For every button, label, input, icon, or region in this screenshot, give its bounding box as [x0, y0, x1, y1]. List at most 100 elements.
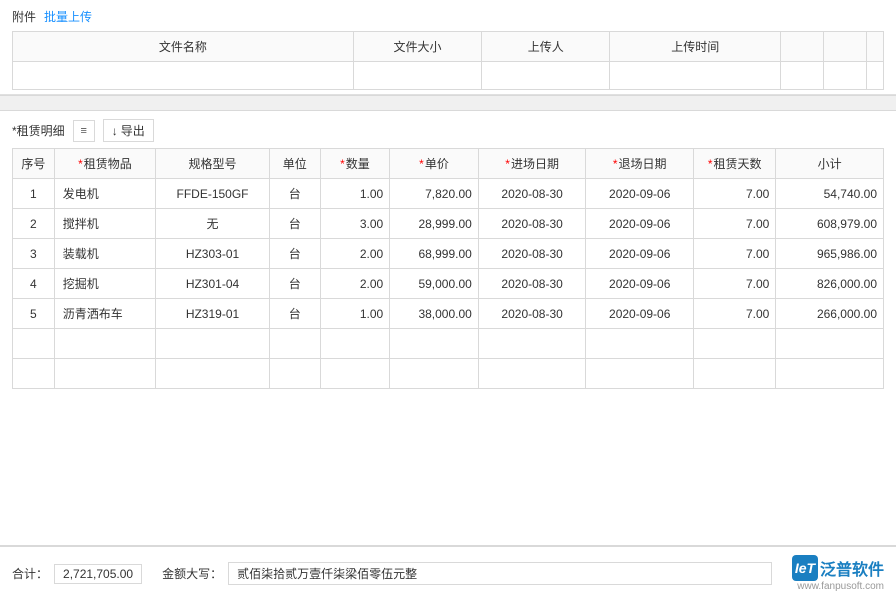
- logo-url: www.fanpusoft.com: [797, 581, 884, 592]
- file-col-extra1: [781, 32, 824, 62]
- empty-cell: [776, 359, 884, 389]
- empty-cell: [694, 329, 776, 359]
- cell-outdate-5: 2020-09-06: [586, 299, 694, 329]
- empty-cell: [54, 359, 155, 389]
- file-col-extra2: [824, 32, 867, 62]
- file-table: 文件名称 文件大小 上传人 上传时间: [12, 31, 884, 90]
- col-header-outdate: *退场日期: [586, 149, 694, 179]
- export-icon: ↓: [112, 124, 118, 138]
- empty-cell: [586, 329, 694, 359]
- cell-days-2: 7.00: [694, 209, 776, 239]
- rental-header-row: 序号 *租赁物品 规格型号 单位 *数量 *单价 *进场日期 *退场日期 *租赁…: [13, 149, 884, 179]
- rental-row-3: 3 装载机 HZ303-01 台 2.00 68,999.00 2020-08-…: [13, 239, 884, 269]
- file-empty-cell6: [824, 62, 867, 90]
- empty-cell: [13, 329, 55, 359]
- cell-unit-1: 台: [269, 179, 320, 209]
- empty-cell: [320, 359, 390, 389]
- attachment-header: 附件 批量上传: [12, 8, 884, 25]
- total-label: 合计：: [12, 565, 48, 582]
- cell-outdate-1: 2020-09-06: [586, 179, 694, 209]
- empty-cell: [776, 329, 884, 359]
- cell-subtotal-2: 608,979.00: [776, 209, 884, 239]
- file-empty-cell: [13, 62, 354, 90]
- cell-item-4: 挖掘机: [54, 269, 155, 299]
- cell-unit-4: 台: [269, 269, 320, 299]
- cell-indate-4: 2020-08-30: [478, 269, 586, 299]
- empty-cell: [320, 329, 390, 359]
- cell-subtotal-1: 54,740.00: [776, 179, 884, 209]
- rental-empty-row: [13, 359, 884, 389]
- file-col-extra3: [866, 32, 883, 62]
- col-header-seq: 序号: [13, 149, 55, 179]
- file-empty-cell5: [781, 62, 824, 90]
- cell-price-2: 28,999.00: [390, 209, 479, 239]
- total-value: 2,721,705.00: [54, 564, 142, 584]
- rental-row-4: 4 挖掘机 HZ301-04 台 2.00 59,000.00 2020-08-…: [13, 269, 884, 299]
- col-header-price: *单价: [390, 149, 479, 179]
- cell-indate-1: 2020-08-30: [478, 179, 586, 209]
- file-empty-cell3: [482, 62, 610, 90]
- batch-upload-button[interactable]: 批量上传: [44, 8, 92, 25]
- rental-row-5: 5 沥青洒布车 HZ319-01 台 1.00 38,000.00 2020-0…: [13, 299, 884, 329]
- cell-days-3: 7.00: [694, 239, 776, 269]
- cell-outdate-2: 2020-09-06: [586, 209, 694, 239]
- cell-qty-3: 2.00: [320, 239, 390, 269]
- cell-subtotal-3: 965,986.00: [776, 239, 884, 269]
- col-header-unit: 单位: [269, 149, 320, 179]
- cell-qty-2: 3.00: [320, 209, 390, 239]
- attachment-label: 附件: [12, 8, 36, 25]
- col-header-qty: *数量: [320, 149, 390, 179]
- amount-label: 金额大写：: [162, 565, 222, 582]
- amount-value: 贰佰柒拾贰万壹仟柒梁佰零伍元整: [228, 562, 772, 585]
- cell-item-5: 沥青洒布车: [54, 299, 155, 329]
- empty-cell: [156, 359, 270, 389]
- rental-sort-button[interactable]: ≡: [73, 120, 95, 142]
- cell-item-1: 发电机: [54, 179, 155, 209]
- file-col-name: 文件名称: [13, 32, 354, 62]
- col-header-subtotal: 小计: [776, 149, 884, 179]
- cell-price-3: 68,999.00: [390, 239, 479, 269]
- logo-text: IeT 泛普软件: [792, 555, 884, 581]
- empty-cell: [478, 329, 586, 359]
- attachment-section: 附件 批量上传 文件名称 文件大小 上传人 上传时间: [0, 0, 896, 95]
- cell-indate-2: 2020-08-30: [478, 209, 586, 239]
- cell-days-5: 7.00: [694, 299, 776, 329]
- file-empty-cell4: [610, 62, 781, 90]
- cell-unit-5: 台: [269, 299, 320, 329]
- empty-cell: [694, 359, 776, 389]
- cell-qty-1: 1.00: [320, 179, 390, 209]
- empty-cell: [586, 359, 694, 389]
- file-empty-cell7: [866, 62, 883, 90]
- cell-price-4: 59,000.00: [390, 269, 479, 299]
- rental-row-2: 2 搅拌机 无 台 3.00 28,999.00 2020-08-30 2020…: [13, 209, 884, 239]
- cell-spec-1: FFDE-150GF: [156, 179, 270, 209]
- cell-qty-5: 1.00: [320, 299, 390, 329]
- cell-price-5: 38,000.00: [390, 299, 479, 329]
- empty-cell: [390, 329, 479, 359]
- cell-indate-3: 2020-08-30: [478, 239, 586, 269]
- rental-row-1: 1 发电机 FFDE-150GF 台 1.00 7,820.00 2020-08…: [13, 179, 884, 209]
- cell-item-3: 装载机: [54, 239, 155, 269]
- export-button[interactable]: ↓ 导出: [103, 119, 154, 142]
- rental-header: *租赁明细 ≡ ↓ 导出: [12, 119, 884, 142]
- cell-spec-2: 无: [156, 209, 270, 239]
- cell-seq-3: 3: [13, 239, 55, 269]
- cell-spec-4: HZ301-04: [156, 269, 270, 299]
- col-header-days: *租赁天数: [694, 149, 776, 179]
- cell-seq-2: 2: [13, 209, 55, 239]
- rental-section: *租赁明细 ≡ ↓ 导出 序号 *租赁物品 规格型号 单位 *数量 *单价 *进…: [0, 111, 896, 545]
- cell-unit-3: 台: [269, 239, 320, 269]
- cell-unit-2: 台: [269, 209, 320, 239]
- footer-section: 合计： 2,721,705.00 金额大写： 贰佰柒拾贰万壹仟柒梁佰零伍元整 I…: [0, 545, 896, 600]
- empty-cell: [478, 359, 586, 389]
- cell-subtotal-4: 826,000.00: [776, 269, 884, 299]
- cell-days-1: 7.00: [694, 179, 776, 209]
- cell-seq-5: 5: [13, 299, 55, 329]
- empty-cell: [390, 359, 479, 389]
- logo-icon: IeT: [792, 555, 818, 581]
- gap-divider: [0, 95, 896, 111]
- file-table-empty-row: [13, 62, 884, 90]
- file-empty-cell2: [353, 62, 481, 90]
- cell-indate-5: 2020-08-30: [478, 299, 586, 329]
- footer-logo: IeT 泛普软件 www.fanpusoft.com: [792, 555, 884, 592]
